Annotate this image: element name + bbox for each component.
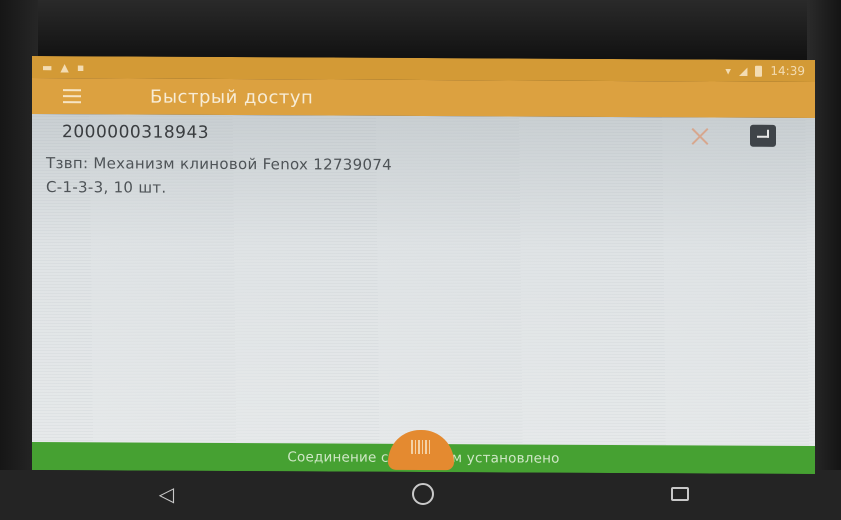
app-bar: Быстрый доступ [32, 77, 815, 119]
device-bezel-top [0, 0, 841, 60]
hamburger-menu-icon[interactable] [54, 78, 90, 114]
lock-icon: ▲ [60, 60, 69, 74]
barcode-scan-icon [411, 439, 431, 455]
android-navigation-bar: ◁ [38, 474, 808, 514]
keyboard-return-icon[interactable] [750, 124, 776, 147]
recents-button[interactable] [660, 476, 700, 512]
recents-square-icon [670, 487, 689, 501]
status-right-icons: ▾ ◢ 14:39 [725, 64, 805, 78]
status-time: 14:39 [770, 63, 805, 78]
product-location-quantity: С-1-3-3, 10 шт. [46, 178, 167, 197]
barcode-search-row [32, 116, 815, 152]
home-circle-icon [411, 483, 434, 505]
back-triangle-icon[interactable]: ◁ [146, 476, 186, 512]
page-title: Быстрый доступ [150, 86, 314, 108]
barcode-input[interactable] [62, 118, 622, 150]
battery-icon [755, 65, 763, 77]
home-button[interactable] [403, 476, 443, 512]
image-icon: ▪ [76, 60, 85, 74]
signal-icon: ◢ [738, 64, 748, 78]
product-description: Тзвп: Механизм клиновой Fenox 12739074 [46, 154, 393, 174]
main-content: Тзвп: Механизм клиновой Fenox 12739074 С… [32, 113, 815, 449]
notification-icon: ▬ [42, 60, 53, 74]
device-screen: ▬ ▲ ▪ ▾ ◢ 14:39 Быстрый доступ Тзвп: Мех… [32, 55, 815, 475]
wifi-icon: ▾ [725, 64, 731, 78]
close-icon[interactable] [687, 123, 713, 149]
status-left-icons: ▬ ▲ ▪ [42, 60, 85, 74]
